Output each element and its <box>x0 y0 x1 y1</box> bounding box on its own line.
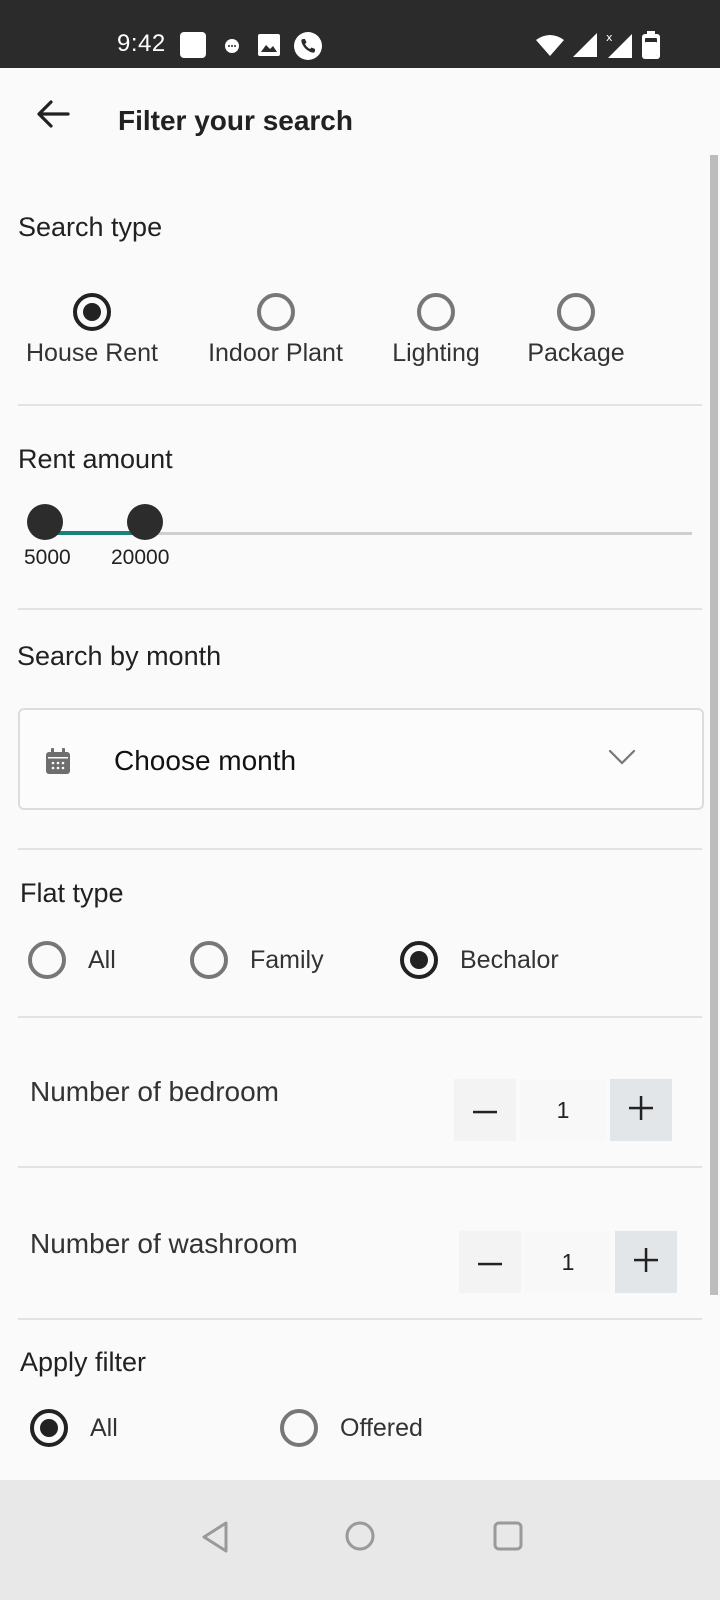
bedroom-increment-button[interactable] <box>610 1079 672 1141</box>
bedroom-stepper: 1 <box>454 1079 672 1141</box>
scrollbar[interactable] <box>710 155 718 1295</box>
search-type-option-lighting[interactable]: Lighting <box>389 293 483 368</box>
arrow-left-icon <box>36 99 70 133</box>
signal-icon <box>573 33 597 57</box>
option-label: All <box>88 945 116 974</box>
radio-button[interactable] <box>73 293 111 331</box>
rent-amount-label: Rent amount <box>18 444 173 474</box>
apply-filter-option-all[interactable]: All <box>30 1409 118 1447</box>
flat-type-option-all[interactable]: All <box>28 941 116 979</box>
rent-max-value: 20000 <box>111 546 170 569</box>
radio-button[interactable] <box>417 293 455 331</box>
apply-filter-label: Apply filter <box>20 1347 147 1377</box>
month-dropdown-placeholder: Choose month <box>114 745 297 776</box>
search-type-option-package[interactable]: Package <box>526 293 626 368</box>
option-label: All <box>90 1413 118 1442</box>
app-square-icon <box>180 32 206 58</box>
chevron-down-icon[interactable] <box>608 748 636 771</box>
apply-filter-option-offered[interactable]: Offered <box>280 1409 423 1447</box>
bedroom-count: 1 <box>520 1079 606 1141</box>
radio-button[interactable] <box>280 1409 318 1447</box>
search-type-option-house-rent[interactable]: House Rent <box>24 293 160 368</box>
rent-slider-min-thumb[interactable] <box>27 504 63 540</box>
option-label: Package <box>527 339 625 367</box>
divider <box>18 608 702 610</box>
plus-icon <box>634 1247 658 1277</box>
bedroom-label: Number of bedroom <box>30 1076 280 1107</box>
divider <box>18 1016 702 1018</box>
divider <box>18 848 702 850</box>
option-label: Indoor Plant <box>208 339 343 367</box>
minus-icon <box>473 1101 497 1119</box>
search-by-month-label: Search by month <box>17 641 222 671</box>
washroom-decrement-button[interactable] <box>459 1231 521 1293</box>
radio-button[interactable] <box>30 1409 68 1447</box>
chat-bubble-icon <box>224 38 240 54</box>
divider <box>18 404 702 406</box>
radio-button[interactable] <box>557 293 595 331</box>
option-label: Family <box>250 945 324 974</box>
svg-text:x: x <box>606 31 613 44</box>
status-time: 9:42 <box>117 30 166 57</box>
option-label: Offered <box>340 1413 423 1442</box>
wifi-icon <box>535 34 565 56</box>
battery-icon <box>642 31 660 59</box>
nav-recents-icon[interactable] <box>492 1520 524 1557</box>
minus-icon <box>478 1253 502 1271</box>
calendar-icon <box>46 748 70 779</box>
washroom-increment-button[interactable] <box>615 1231 677 1293</box>
divider <box>18 1166 702 1168</box>
status-bar: 9:42 x <box>0 0 720 68</box>
washroom-count: 1 <box>525 1231 611 1293</box>
app-bar: Filter your search <box>0 68 720 154</box>
signal-no-sim-icon: x <box>604 30 632 58</box>
radio-button[interactable] <box>28 941 66 979</box>
washroom-stepper: 1 <box>459 1231 677 1293</box>
divider <box>18 1318 702 1320</box>
rent-min-value: 5000 <box>24 546 71 569</box>
radio-button[interactable] <box>190 941 228 979</box>
option-label: Lighting <box>392 339 480 367</box>
page-title: Filter your search <box>118 105 353 136</box>
image-icon <box>258 34 280 56</box>
flat-type-option-bechalor[interactable]: Bechalor <box>400 941 559 979</box>
washroom-label: Number of washroom <box>30 1228 298 1259</box>
flat-type-label: Flat type <box>20 878 124 908</box>
bedroom-decrement-button[interactable] <box>454 1079 516 1141</box>
phone-icon <box>293 31 323 61</box>
radio-button[interactable] <box>400 941 438 979</box>
month-dropdown[interactable]: Choose month <box>18 708 704 810</box>
nav-back-icon[interactable] <box>200 1520 230 1559</box>
option-label: Bechalor <box>460 945 559 974</box>
option-label: House Rent <box>25 339 159 367</box>
rent-slider-max-thumb[interactable] <box>127 504 163 540</box>
system-nav-bar <box>0 1480 720 1600</box>
nav-home-icon[interactable] <box>344 1520 376 1557</box>
back-button[interactable] <box>28 96 78 136</box>
search-type-option-indoor-plant[interactable]: Indoor Plant <box>204 293 347 368</box>
flat-type-option-family[interactable]: Family <box>190 941 324 979</box>
radio-button[interactable] <box>256 293 295 331</box>
plus-icon <box>629 1095 653 1125</box>
search-type-label: Search type <box>18 212 163 242</box>
